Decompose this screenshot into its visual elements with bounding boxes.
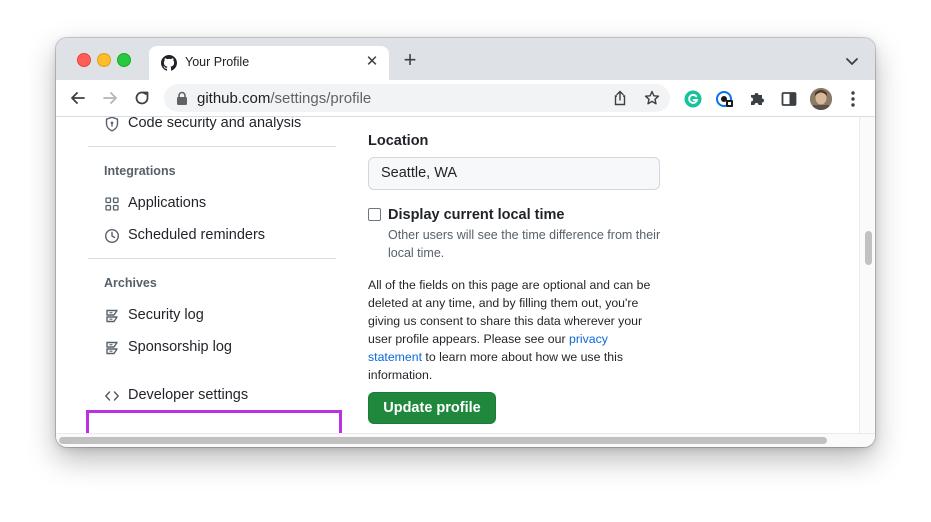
back-arrow-icon[interactable] (68, 88, 88, 108)
lock-icon[interactable] (176, 91, 188, 105)
local-time-hint: Other users will see the time difference… (388, 228, 661, 260)
clock-icon (104, 228, 120, 244)
github-logo-icon (161, 55, 177, 71)
log-icon (106, 309, 118, 323)
avatar-photo-icon (810, 88, 832, 110)
tab-close-icon[interactable]: ✕ (363, 53, 381, 71)
page-content: Code security and analysis Integrations … (56, 117, 875, 433)
tab-search-chevron-icon[interactable] (843, 52, 861, 70)
apps-grid-icon (105, 197, 119, 211)
url-text[interactable]: github.com/settings/profile (197, 90, 371, 107)
forward-arrow-icon[interactable] (100, 88, 120, 108)
vertical-scrollbar-thumb[interactable] (865, 231, 872, 265)
sidebar-divider (88, 146, 336, 147)
local-time-label[interactable]: Display current local time (388, 207, 564, 223)
sidebar-item-label: Sponsorship log (128, 339, 232, 355)
location-input[interactable]: Seattle, WA (368, 157, 660, 190)
vertical-scrollbar[interactable] (859, 117, 875, 433)
sidebar-item-label: Developer settings (128, 387, 249, 403)
location-value[interactable]: Seattle, WA (381, 165, 457, 181)
local-time-checkbox[interactable] (368, 208, 381, 221)
bookmark-star-icon[interactable] (644, 90, 660, 106)
extensions-puzzle-icon[interactable] (748, 90, 766, 108)
active-tab[interactable]: Your Profile ✕ (149, 46, 389, 80)
horizontal-scrollbar[interactable] (56, 433, 875, 447)
sidebar-heading-archives: Archives (104, 276, 157, 290)
horizontal-scrollbar-thumb[interactable] (59, 437, 827, 444)
reload-icon[interactable] (132, 88, 152, 108)
browser-toolbar: github.com/settings/profile (56, 80, 875, 117)
profile-avatar[interactable] (810, 88, 832, 110)
address-bar[interactable]: github.com/settings/profile (164, 84, 670, 112)
log-icon (106, 341, 118, 355)
new-tab-button[interactable]: + (399, 49, 421, 72)
sidebar-item-label: Applications (128, 195, 207, 211)
privacy-note: All of the fields on this page are optio… (368, 276, 664, 384)
developer-settings-highlight (86, 410, 342, 433)
password-manager-icon[interactable] (716, 90, 734, 108)
update-profile-button[interactable]: Update profile (368, 392, 496, 424)
sidebar-heading-integrations: Integrations (104, 164, 176, 178)
grammarly-icon[interactable] (684, 90, 702, 108)
side-panel-icon[interactable] (780, 90, 798, 108)
sidebar-item-label: Security log (128, 307, 204, 323)
code-icon (105, 391, 119, 401)
sidebar-item-label: Scheduled reminders (128, 227, 266, 243)
window-minimize-button[interactable] (97, 53, 111, 67)
shield-icon (105, 117, 119, 132)
sidebar-divider (88, 258, 336, 259)
browser-menu-icon[interactable] (847, 89, 859, 109)
tab-title: Your Profile (185, 55, 250, 69)
tab-strip: Your Profile ✕ + (56, 38, 875, 80)
browser-window: Your Profile ✕ + github.com/settings/pro… (56, 38, 875, 447)
sidebar-item-label: Code security and analysis (128, 117, 302, 131)
location-label: Location (368, 133, 429, 149)
window-close-button[interactable] (77, 53, 91, 67)
share-icon[interactable] (612, 90, 628, 106)
window-maximize-button[interactable] (117, 53, 131, 67)
